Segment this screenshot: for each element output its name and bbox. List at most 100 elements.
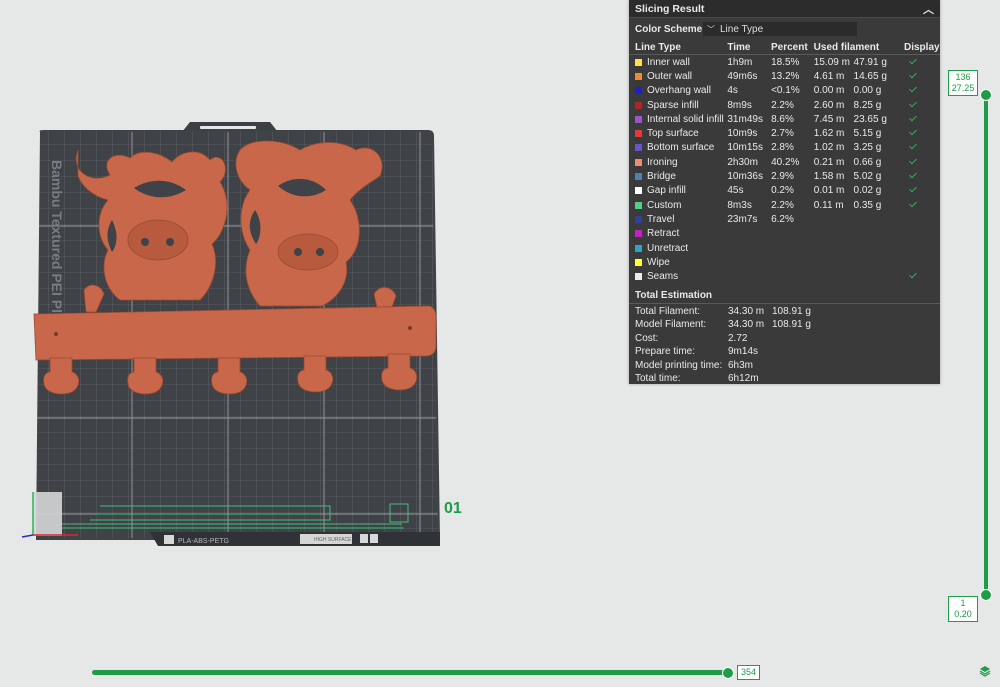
line-type-time: 1h9m: [727, 56, 753, 68]
line-type-color-swatch: [635, 115, 642, 123]
line-type-row: Travel 23m7s 6.2%: [629, 212, 940, 226]
line-type-weight: 14.65 g: [853, 70, 887, 82]
slicing-result-panel: Slicing Result ︿ Color Scheme ﹀ Line Typ…: [629, 0, 940, 384]
line-type-percent: 2.9%: [771, 171, 794, 183]
line-type-percent: 40.2%: [771, 156, 800, 168]
line-type-color-swatch: [635, 101, 642, 109]
line-type-time: 23m7s: [727, 213, 758, 225]
line-type-name: Bridge: [635, 171, 727, 182]
line-type-label: Sparse infill: [647, 99, 699, 111]
bottom-layer-label: 1 0.20: [948, 596, 978, 622]
line-type-name: Inner wall: [635, 57, 727, 68]
total-value: 34.30 m: [728, 319, 765, 331]
total-label: Model Filament:: [635, 319, 707, 331]
line-type-color-swatch: [635, 215, 642, 223]
line-type-length: 15.09 m: [813, 56, 850, 68]
line-type-weight: 0.35 g: [853, 199, 882, 211]
top-layer-number: 136: [955, 72, 971, 82]
line-type-name: Travel: [635, 214, 727, 225]
layer-slider-track[interactable]: [984, 93, 988, 595]
chevron-up-icon[interactable]: ︿: [923, 1, 934, 17]
line-type-row: Retract: [629, 227, 940, 241]
line-type-label: Overhang wall: [647, 85, 711, 97]
line-type-weight: 5.15 g: [853, 128, 882, 140]
total-label: Total Filament:: [635, 305, 701, 317]
line-type-time: 45s: [727, 185, 744, 197]
bed-type-label: Bambu Textured PEI Plate: [49, 160, 65, 333]
line-type-color-swatch: [635, 158, 642, 166]
line-type-label: Ironing: [647, 156, 678, 168]
line-type-time: 8m3s: [727, 199, 752, 211]
filament-type-label: PLA-ABS-PETG: [178, 538, 229, 545]
total-estimation-row: Cost: 2.72: [629, 332, 940, 345]
line-type-label: Bottom surface: [647, 142, 715, 154]
line-type-percent: 2.2%: [771, 99, 794, 111]
line-type-percent: 2.7%: [771, 128, 794, 140]
line-type-length: 0.01 m: [813, 185, 845, 197]
line-type-label: Bridge: [647, 171, 676, 183]
layer-slider-top-handle[interactable]: [980, 89, 992, 101]
color-scheme-dropdown[interactable]: ﹀ Line Type: [703, 22, 857, 36]
line-type-color-swatch: [635, 244, 642, 252]
line-type-length: 1.62 m: [813, 128, 845, 140]
plate-number[interactable]: 01: [444, 500, 462, 518]
line-type-label: Outer wall: [647, 70, 693, 82]
total-estimation-row: Model Filament: 34.30 m 108.91 g: [629, 318, 940, 331]
line-type-time: 10m36s: [727, 171, 763, 183]
line-type-time: 2h30m: [727, 156, 758, 168]
color-scheme-value: Line Type: [720, 23, 764, 35]
line-type-length: 4.61 m: [813, 70, 845, 82]
line-type-color-swatch: [635, 87, 642, 95]
line-type-name: Internal solid infill: [635, 114, 727, 125]
line-type-percent: 2.2%: [771, 199, 794, 211]
line-type-name: Ironing: [635, 157, 727, 168]
line-type-row: Custom 8m3s 2.2% 0.11 m 0.35 g: [629, 198, 940, 212]
line-type-color-swatch: [635, 230, 642, 238]
line-type-weight: 5.02 g: [853, 171, 882, 183]
bottom-layer-height: 0.20: [954, 609, 972, 619]
line-type-name: Seams: [635, 271, 727, 282]
total-value: 9m14s: [728, 346, 759, 358]
line-type-percent: <0.1%: [771, 85, 800, 97]
line-type-row: Outer wall 49m6s 13.2% 4.61 m 14.65 g: [629, 69, 940, 83]
line-type-name: Retract: [635, 228, 727, 239]
line-type-color-swatch: [635, 58, 642, 66]
line-type-color-swatch: [635, 187, 642, 195]
total-value-weight: 108.91 g: [772, 319, 811, 331]
total-estimation-row: Model printing time: 6h3m: [629, 358, 940, 371]
total-label: Prepare time:: [635, 346, 696, 358]
total-value: 6h3m: [728, 359, 754, 371]
line-type-time: 31m49s: [727, 113, 763, 125]
line-type-color-swatch: [635, 130, 642, 138]
line-type-color-swatch: [635, 258, 642, 266]
line-type-row: Inner wall 1h9m 18.5% 15.09 m 47.91 g: [629, 55, 940, 69]
line-type-weight: 8.25 g: [853, 99, 882, 111]
move-slider-handle[interactable]: [722, 667, 734, 679]
line-type-name: Sparse infill: [635, 100, 727, 111]
line-type-color-swatch: [635, 273, 642, 281]
total-value: 6h12m: [728, 372, 759, 384]
total-estimation-list: Total Filament: 34.30 m 108.91 g Model Fila…: [629, 304, 940, 385]
line-type-row: Sparse infill 8m9s 2.2% 2.60 m 8.25 g: [629, 98, 940, 112]
top-layer-label: 136 27.25: [948, 70, 978, 96]
layers-icon[interactable]: [979, 665, 991, 677]
line-type-length: 2.60 m: [813, 99, 845, 111]
line-type-weight: 0.00 g: [853, 85, 882, 97]
total-value: 2.72: [728, 332, 748, 344]
line-type-table: Inner wall 1h9m 18.5% 15.09 m 47.91 g Outer w…: [629, 55, 940, 284]
line-type-percent: 13.2%: [771, 70, 800, 82]
panel-title: Slicing Result: [635, 2, 705, 15]
line-type-row: Ironing 2h30m 40.2% 0.21 m 0.66 g: [629, 155, 940, 169]
line-type-weight: 23.65 g: [853, 113, 887, 125]
line-type-label: Wipe: [647, 256, 670, 268]
total-label: Model printing time:: [635, 359, 723, 371]
line-type-percent: 6.2%: [771, 213, 794, 225]
line-type-name: Unretract: [635, 243, 727, 254]
total-label: Cost:: [635, 332, 659, 344]
line-type-time: 10m9s: [727, 128, 758, 140]
line-type-table-header: Line Type Time Percent Used filament Dis…: [629, 40, 940, 55]
total-value: 34.30 m: [728, 305, 765, 317]
layer-slider-bottom-handle[interactable]: [980, 589, 992, 601]
line-type-name: Top surface: [635, 128, 727, 139]
move-slider-track[interactable]: [92, 670, 728, 675]
